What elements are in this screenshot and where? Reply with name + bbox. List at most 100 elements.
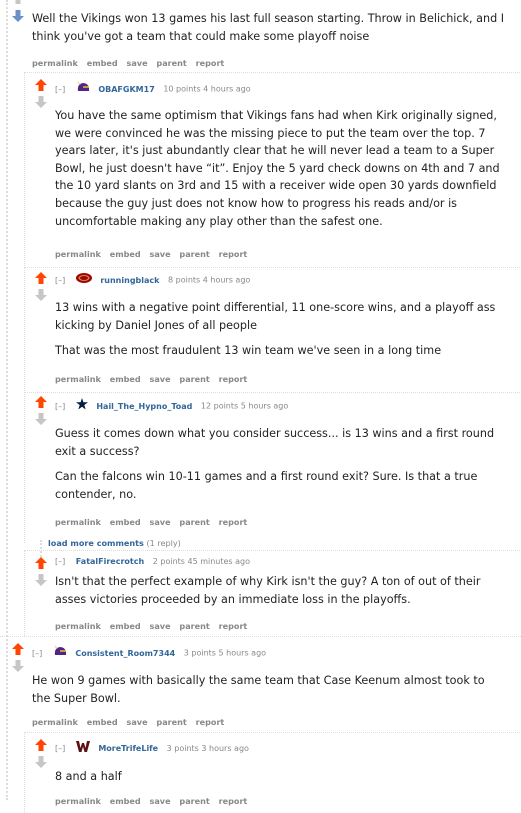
downvote-arrow[interactable] (35, 756, 49, 769)
save-link[interactable]: save (150, 517, 171, 527)
comment-paragraph: He won 9 games with basically the same t… (32, 674, 485, 705)
report-link[interactable]: report (219, 249, 248, 259)
comment: [–] Hail_The_Hypno_Toad 12 points 5 hour… (24, 392, 521, 543)
comment-paragraph: 8 and a half (55, 770, 122, 783)
save-link[interactable]: save (127, 58, 148, 68)
report-link[interactable]: report (219, 374, 248, 384)
permalink-link[interactable]: permalink (55, 249, 101, 259)
comment-author[interactable]: Consistent_Room7344 (75, 649, 175, 658)
comment-score: 8 points (168, 275, 201, 285)
permalink-link[interactable]: permalink (55, 374, 101, 384)
49ers-logo-icon (75, 273, 92, 287)
downvote-arrow[interactable] (35, 289, 49, 302)
comment: [–] OBAFGKM17 10 points 4 hours ago You … (24, 72, 521, 268)
comment-actions: permalink embed save parent report (55, 796, 253, 806)
comment: [–] FatalFirecrotch 2 points 45 minutes … (24, 550, 521, 636)
comment-body: You have the same optimism that Vikings … (55, 107, 505, 238)
permalink-link[interactable]: permalink (55, 621, 101, 631)
save-link[interactable]: save (150, 374, 171, 384)
embed-link[interactable]: embed (87, 58, 118, 68)
report-link[interactable]: report (196, 717, 225, 727)
save-link[interactable]: save (150, 621, 171, 631)
comment-time: 5 hours ago (240, 401, 289, 411)
collapse-toggle[interactable]: [–] (55, 85, 65, 94)
comment-author[interactable]: Hail_The_Hypno_Toad (96, 402, 192, 411)
comment-score: 2 points (152, 557, 185, 566)
downvote-arrow[interactable] (12, 660, 26, 673)
comment-actions: permalink embed save parent report (32, 58, 230, 68)
load-more-link[interactable]: load more comments (48, 538, 144, 548)
embed-link[interactable]: embed (110, 796, 141, 806)
report-link[interactable]: report (196, 58, 225, 68)
upvote-arrow[interactable] (35, 739, 49, 752)
upvote-arrow[interactable] (35, 396, 49, 409)
collapse-toggle[interactable]: [–] (55, 744, 65, 753)
upvote-arrow[interactable] (12, 0, 26, 5)
comment-author[interactable]: OBAFGKM17 (98, 85, 154, 94)
collapse-toggle[interactable]: [–] (32, 649, 42, 658)
collapse-toggle[interactable]: [–] (55, 557, 65, 566)
save-link[interactable]: save (150, 796, 171, 806)
comment-paragraph: You have the same optimism that Vikings … (55, 109, 500, 228)
upvote-arrow[interactable] (35, 79, 49, 92)
comment-author[interactable]: FatalFirecrotch (76, 557, 144, 566)
upvote-arrow[interactable] (35, 272, 49, 285)
parent-link[interactable]: parent (156, 58, 186, 68)
parent-comment-fragment: Well the Vikings won 13 games his last f… (0, 0, 521, 75)
comment-body: 13 wins with a negative point differenti… (55, 299, 505, 368)
comment-paragraph: Guess it comes down what you consider su… (55, 427, 495, 458)
upvote-arrow[interactable] (35, 557, 49, 570)
comment-time: 4 hours ago (203, 84, 251, 94)
downvote-arrow[interactable] (35, 96, 49, 109)
comment-actions: permalink embed save parent report (55, 249, 253, 259)
comment-paragraph: 13 wins with a negative point differenti… (55, 301, 496, 332)
collapse-toggle[interactable]: [–] (55, 402, 65, 411)
comment-author[interactable]: MoreTrifeLife (98, 744, 158, 753)
comment-author[interactable]: runningblack (100, 276, 159, 285)
embed-link[interactable]: embed (110, 621, 141, 631)
parent-link[interactable]: parent (156, 717, 186, 727)
parent-link[interactable]: parent (179, 517, 209, 527)
parent-link[interactable]: parent (179, 249, 209, 259)
comment-score: 3 points (166, 744, 199, 753)
parent-link[interactable]: parent (179, 621, 209, 631)
vikings-helmet-icon (53, 645, 67, 661)
comment-actions: permalink embed save parent report (32, 717, 230, 727)
comment-score: 10 points (163, 84, 201, 94)
save-link[interactable]: save (127, 717, 148, 727)
embed-link[interactable]: embed (87, 717, 118, 727)
parent-link[interactable]: parent (179, 374, 209, 384)
comment-time: 3 hours ago (201, 744, 249, 753)
comment-actions: permalink embed save parent report (55, 374, 253, 384)
collapse-toggle[interactable]: [–] (55, 276, 65, 285)
embed-link[interactable]: embed (110, 517, 141, 527)
comment-paragraph: Isn't that the perfect example of why Ki… (55, 575, 481, 606)
comment: [–] MoreTrifeLife 3 points 3 hours ago 8… (24, 732, 521, 813)
comment-tagline: [–] FatalFirecrotch 2 points 45 minutes … (55, 556, 250, 568)
load-more-comments[interactable]: load more comments (1 reply) (48, 538, 181, 548)
embed-link[interactable]: embed (110, 374, 141, 384)
downvote-arrow[interactable] (12, 10, 26, 23)
permalink-link[interactable]: permalink (32, 58, 78, 68)
embed-link[interactable]: embed (110, 249, 141, 259)
load-more-count: (1 reply) (146, 538, 181, 548)
permalink-link[interactable]: permalink (55, 517, 101, 527)
comment-tagline: [–] OBAFGKM17 10 points 4 hours ago (55, 81, 251, 97)
comment-time: 5 hours ago (218, 648, 267, 658)
report-link[interactable]: report (219, 796, 248, 806)
downvote-arrow[interactable] (35, 574, 49, 587)
comment-time: 4 hours ago (202, 275, 251, 285)
upvote-arrow[interactable] (12, 643, 26, 656)
comment: [–] Consistent_Room7344 3 points 5 hours… (0, 636, 521, 731)
report-link[interactable]: report (219, 621, 248, 631)
parent-link[interactable]: parent (179, 796, 209, 806)
save-link[interactable]: save (150, 249, 171, 259)
downvote-arrow[interactable] (35, 413, 49, 426)
permalink-link[interactable]: permalink (55, 796, 101, 806)
commanders-w-icon (75, 741, 90, 756)
report-link[interactable]: report (219, 517, 248, 527)
comment-tagline: [–] Consistent_Room7344 3 points 5 hours… (32, 645, 266, 661)
comment-time: 45 minutes ago (187, 557, 251, 566)
permalink-link[interactable]: permalink (32, 717, 78, 727)
comment-actions: permalink embed save parent report (55, 621, 253, 631)
